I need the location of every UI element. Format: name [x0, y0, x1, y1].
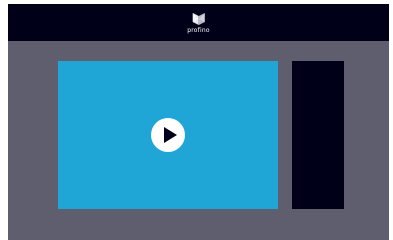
header-bar: profino — [8, 4, 389, 41]
play-button[interactable] — [151, 118, 185, 152]
profino-logo-icon — [192, 13, 205, 25]
video-player[interactable] — [58, 61, 278, 209]
side-panel — [292, 61, 344, 209]
app-window: profino — [8, 4, 389, 240]
play-icon — [164, 127, 177, 143]
brand-name: profino — [187, 27, 210, 34]
brand-logo[interactable]: profino — [187, 12, 210, 34]
